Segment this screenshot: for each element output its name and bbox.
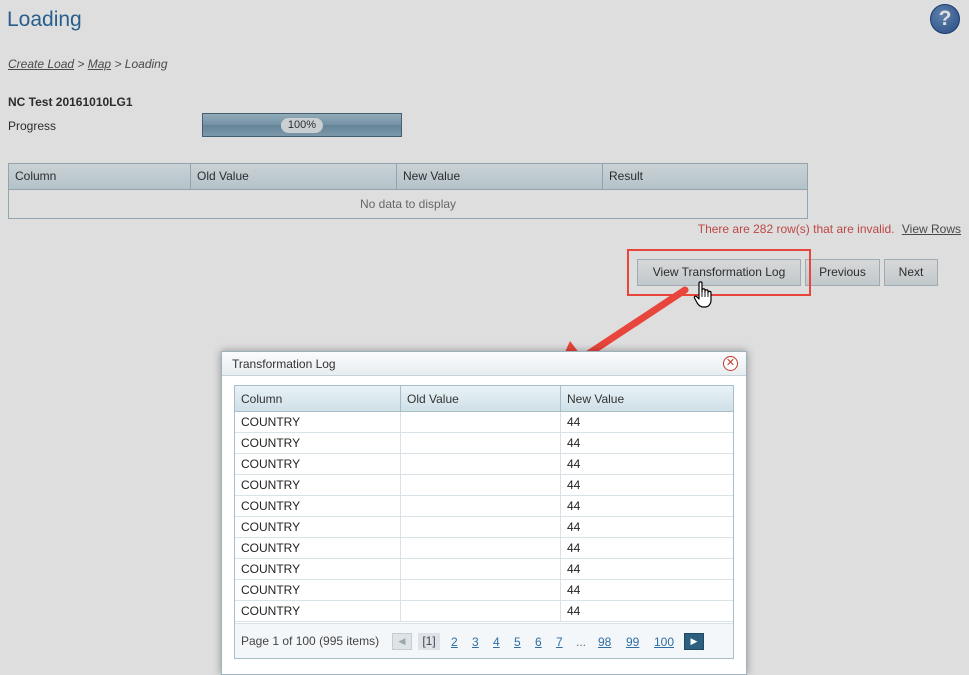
hand-cursor-icon — [693, 281, 712, 308]
pager-page-2[interactable]: 2 — [451, 635, 458, 649]
cell-column: COUNTRY — [235, 496, 401, 516]
cell-new-value: 44 — [567, 604, 581, 618]
cell-column: COUNTRY — [235, 475, 401, 495]
pager-page-6[interactable]: 6 — [535, 635, 542, 649]
log-grid-body: COUNTRY 44 COUNTRY 44 COUNTRY 44 COUNTRY… — [235, 412, 733, 622]
column-header-column[interactable]: Column — [235, 386, 401, 411]
table-row[interactable]: COUNTRY 44 — [235, 496, 733, 517]
pager-info: Page 1 of 100 (995 items) — [241, 634, 380, 648]
dialog-header: Transformation Log ✕ — [222, 352, 746, 376]
table-row[interactable]: COUNTRY 44 — [235, 475, 733, 496]
cell-old-value — [401, 538, 561, 558]
table-row[interactable]: COUNTRY 44 — [235, 559, 733, 580]
close-icon[interactable]: ✕ — [723, 356, 738, 371]
cell-new-value: 44 — [567, 436, 581, 450]
cell-new-value: 44 — [567, 415, 581, 429]
cell-column: COUNTRY — [235, 517, 401, 537]
pager-page-98[interactable]: 98 — [598, 635, 611, 649]
chevron-left-icon[interactable]: ◀ — [392, 633, 412, 650]
cell-old-value — [401, 454, 561, 474]
pager-page-5[interactable]: 5 — [514, 635, 521, 649]
cell-new-value: 44 — [567, 520, 581, 534]
cell-new-value: 44 — [567, 478, 581, 492]
column-header-old-value[interactable]: Old Value — [401, 386, 561, 411]
cell-old-value — [401, 496, 561, 516]
highlight-box — [627, 249, 811, 296]
table-row[interactable]: COUNTRY 44 — [235, 433, 733, 454]
cell-column: COUNTRY — [235, 412, 401, 432]
table-row[interactable]: COUNTRY 44 — [235, 538, 733, 559]
cell-new-value: 44 — [567, 562, 581, 576]
cell-column: COUNTRY — [235, 580, 401, 600]
pager-page-100[interactable]: 100 — [654, 635, 674, 649]
cell-old-value — [401, 559, 561, 579]
table-row[interactable]: COUNTRY 44 — [235, 580, 733, 601]
cell-column: COUNTRY — [235, 454, 401, 474]
column-header-new-value[interactable]: New Value — [561, 386, 733, 411]
cell-old-value — [401, 601, 561, 621]
chevron-right-icon[interactable]: ▶ — [684, 633, 704, 650]
table-row[interactable]: COUNTRY 44 — [235, 454, 733, 475]
pager-page-7[interactable]: 7 — [556, 635, 563, 649]
cell-old-value — [401, 412, 561, 432]
pager-current-page: [1] — [418, 633, 440, 650]
pager-page-99[interactable]: 99 — [626, 635, 639, 649]
transformation-log-dialog: Transformation Log ✕ Column Old Value Ne… — [221, 351, 747, 675]
cell-new-value: 44 — [567, 457, 581, 471]
cell-new-value: 44 — [567, 541, 581, 555]
cell-old-value — [401, 475, 561, 495]
cell-column: COUNTRY — [235, 538, 401, 558]
cell-column: COUNTRY — [235, 559, 401, 579]
pager: Page 1 of 100 (995 items) ◀ [1] 2 3 4 5 … — [235, 623, 733, 658]
pager-ellipsis: ... — [576, 635, 587, 649]
pager-page-3[interactable]: 3 — [472, 635, 479, 649]
transformation-log-grid: Column Old Value New Value COUNTRY 44 CO… — [234, 385, 734, 659]
table-row[interactable]: COUNTRY 44 — [235, 412, 733, 433]
pager-page-4[interactable]: 4 — [493, 635, 500, 649]
table-row[interactable]: COUNTRY 44 — [235, 517, 733, 538]
dialog-title: Transformation Log — [232, 357, 336, 371]
cell-column: COUNTRY — [235, 601, 401, 621]
cell-new-value: 44 — [567, 499, 581, 513]
cell-old-value — [401, 580, 561, 600]
table-row[interactable]: COUNTRY 44 — [235, 601, 733, 622]
log-grid-header: Column Old Value New Value — [235, 386, 733, 412]
cell-new-value: 44 — [567, 583, 581, 597]
cell-old-value — [401, 433, 561, 453]
cell-column: COUNTRY — [235, 433, 401, 453]
cell-old-value — [401, 517, 561, 537]
